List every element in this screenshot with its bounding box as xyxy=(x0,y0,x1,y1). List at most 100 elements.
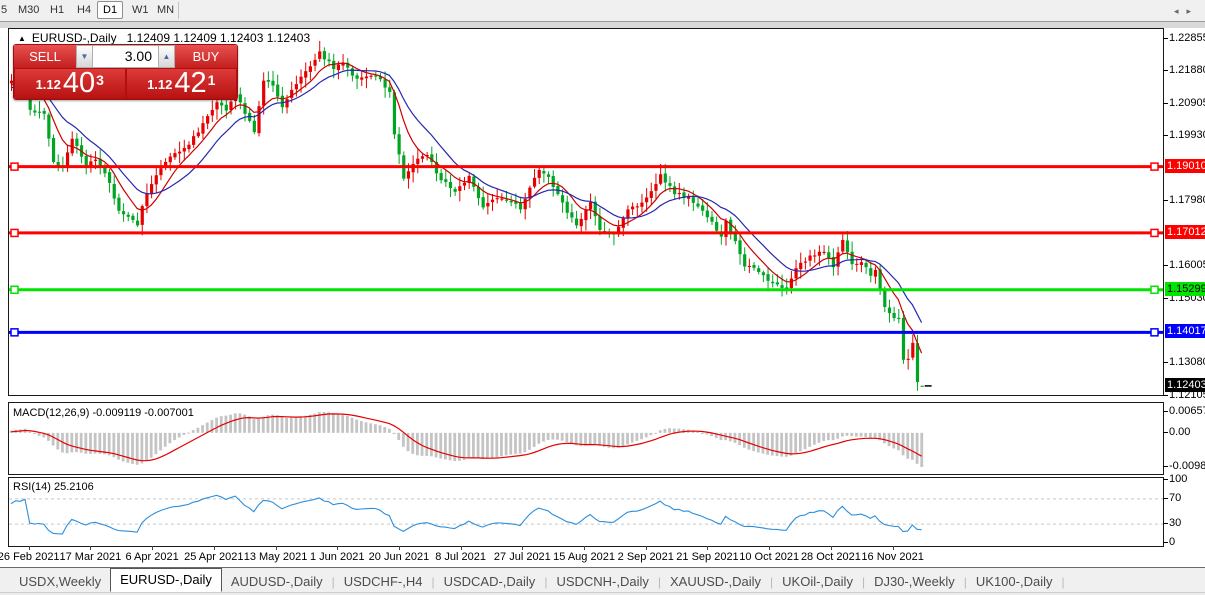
toolbar-separator xyxy=(178,2,179,19)
price-tick xyxy=(1163,38,1168,39)
volume-decrease-button[interactable]: ▼ xyxy=(76,45,93,68)
timeframe-button-w1[interactable]: W1 xyxy=(127,2,154,18)
price-tick xyxy=(1163,298,1168,299)
tab-usdchf-h4[interactable]: USDCHF-,H4 xyxy=(335,572,432,592)
date-label: 27 Jul 2021 xyxy=(494,551,551,563)
price-tick-label: 1.22855 xyxy=(1169,32,1205,44)
price-tick-label: 1.16005 xyxy=(1169,259,1205,271)
buy-price-sup: 1 xyxy=(208,72,216,88)
tab-eurusd-daily[interactable]: EURUSD-,Daily xyxy=(110,568,222,592)
timeframe-toolbar: 5M30H1H4D1W1MN xyxy=(0,0,1205,22)
rsi-value: 25.2106 xyxy=(54,481,94,493)
tab-separator: | xyxy=(1061,572,1064,592)
date-tick xyxy=(461,546,462,550)
price-tick-label: 1.13080 xyxy=(1169,356,1205,368)
rsi-line xyxy=(11,495,922,534)
timeframe-button-mn[interactable]: MN xyxy=(152,2,179,18)
tab-xauusd-daily[interactable]: XAUUSD-,Daily xyxy=(661,572,770,592)
macd-name: MACD(12,26,9) xyxy=(13,407,89,419)
price-tick-label: 1.17980 xyxy=(1169,194,1205,206)
price-tick xyxy=(1163,70,1168,71)
rsi-label: RSI(14) 25.2106 xyxy=(13,481,94,493)
macd-axis-tick xyxy=(1163,411,1168,412)
price-tick xyxy=(1163,135,1168,136)
date-label: 21 Sep 2021 xyxy=(676,551,738,563)
date-label: 26 Feb 2021 xyxy=(0,551,60,563)
buy-button[interactable]: BUY xyxy=(175,45,237,68)
tab-scroll-left-icon[interactable]: ◂ xyxy=(1174,6,1187,16)
price-tick-label: 1.20905 xyxy=(1169,97,1205,109)
moving-average-10 xyxy=(11,63,922,353)
tab-usdcad-daily[interactable]: USDCAD-,Daily xyxy=(435,572,545,592)
date-label: 20 Jun 2021 xyxy=(369,551,430,563)
date-tick xyxy=(769,546,770,550)
rsi-axis-tick xyxy=(1163,542,1168,543)
timeframe-button-h4[interactable]: H4 xyxy=(72,2,96,18)
date-label: 2 Sep 2021 xyxy=(618,551,674,563)
date-label: 17 Mar 2021 xyxy=(60,551,122,563)
date-tick xyxy=(276,546,277,550)
buy-price-big: 42 xyxy=(174,70,206,97)
price-badge: 1.14017 xyxy=(1165,324,1205,338)
sell-quote[interactable]: 1.12 40 3 xyxy=(15,69,125,98)
rsi-axis-label: 30 xyxy=(1169,517,1181,529)
macd-axis-tick xyxy=(1163,432,1168,433)
price-tick xyxy=(1163,395,1168,396)
one-click-trading-panel: SELL ▼ 3.00 ▲ BUY 1.12 40 3 1.12 42 1 xyxy=(13,44,238,100)
sell-price-sup: 3 xyxy=(96,72,104,88)
price-tick-label: 1.21880 xyxy=(1169,64,1205,76)
date-tick xyxy=(707,546,708,550)
tab-dj30-weekly[interactable]: DJ30-,Weekly xyxy=(865,572,964,592)
rsi-axis-label: 70 xyxy=(1169,492,1181,504)
macd-axis-label: -0.00986 xyxy=(1169,460,1205,472)
tab-scroll-arrows[interactable]: ◂▸ xyxy=(1174,6,1199,17)
price-tick-label: 1.19930 xyxy=(1169,129,1205,141)
buy-quote[interactable]: 1.12 42 1 xyxy=(127,69,237,98)
rsi-axis-tick xyxy=(1163,498,1168,499)
date-tick xyxy=(831,546,832,550)
timeframe-button-h1[interactable]: H1 xyxy=(45,2,69,18)
trade-panel-top-row: SELL ▼ 3.00 ▲ BUY xyxy=(14,45,237,68)
rsi-chart[interactable] xyxy=(9,478,1163,546)
tab-ukoil-daily[interactable]: UKOil-,Daily xyxy=(773,572,862,592)
trade-panel-quote-row: 1.12 40 3 1.12 42 1 xyxy=(14,68,237,99)
price-axis: 1.22855 1.21880 1.20905 1.19930 1.17980 1.160… xyxy=(1163,28,1205,547)
date-tick xyxy=(29,546,30,550)
timeframe-button-5[interactable]: 5 xyxy=(0,2,12,18)
date-axis: 26 Feb 202117 Mar 20216 Apr 202125 Apr 2… xyxy=(8,546,1164,566)
tab-scroll-right-icon[interactable]: ▸ xyxy=(1186,6,1199,16)
chart-title: ▲EURUSD-,Daily1.12409 1.12409 1.12403 1.… xyxy=(18,31,310,45)
tab-uk100-daily[interactable]: UK100-,Daily xyxy=(967,572,1062,592)
sell-price-base: 1.12 xyxy=(36,73,61,97)
macd-label: MACD(12,26,9) -0.009119 -0.007001 xyxy=(13,407,194,419)
price-badge: 1.17012 xyxy=(1165,225,1205,239)
date-label: 1 Jun 2021 xyxy=(310,551,364,563)
volume-input[interactable]: 3.00 xyxy=(93,45,158,68)
collapse-triangle-icon[interactable]: ▲ xyxy=(18,34,26,43)
date-tick xyxy=(90,546,91,550)
tab-usdcnh-daily[interactable]: USDCNH-,Daily xyxy=(547,572,657,592)
sell-button[interactable]: SELL xyxy=(14,45,76,68)
macd-axis-label: 0.00 xyxy=(1169,426,1190,438)
buy-price-base: 1.12 xyxy=(147,73,172,97)
rsi-name: RSI(14) xyxy=(13,481,51,493)
date-tick xyxy=(646,546,647,550)
price-tick xyxy=(1163,265,1168,266)
chart-tab-bar: USDX,WeeklyEURUSD-,DailyAUDUSD-,Daily | US… xyxy=(0,567,1205,592)
date-label: 25 Apr 2021 xyxy=(184,551,243,563)
date-label: 6 Apr 2021 xyxy=(125,551,178,563)
date-tick xyxy=(399,546,400,550)
volume-increase-button[interactable]: ▲ xyxy=(158,45,175,68)
date-label: 28 Oct 2021 xyxy=(801,551,861,563)
rsi-axis-label: 0 xyxy=(1169,536,1175,548)
tab-audusd-daily[interactable]: AUDUSD-,Daily xyxy=(222,572,332,592)
tab-usdx-weekly[interactable]: USDX,Weekly xyxy=(10,572,110,592)
date-tick xyxy=(522,546,523,550)
macd-axis-tick xyxy=(1163,466,1168,467)
price-tick xyxy=(1163,103,1168,104)
rsi-pane[interactable] xyxy=(8,477,1164,547)
date-label: 13 May 2021 xyxy=(244,551,308,563)
timeframe-button-m30[interactable]: M30 xyxy=(13,2,44,18)
timeframe-button-d1[interactable]: D1 xyxy=(97,1,123,19)
price-badge: 1.19010 xyxy=(1165,159,1205,173)
